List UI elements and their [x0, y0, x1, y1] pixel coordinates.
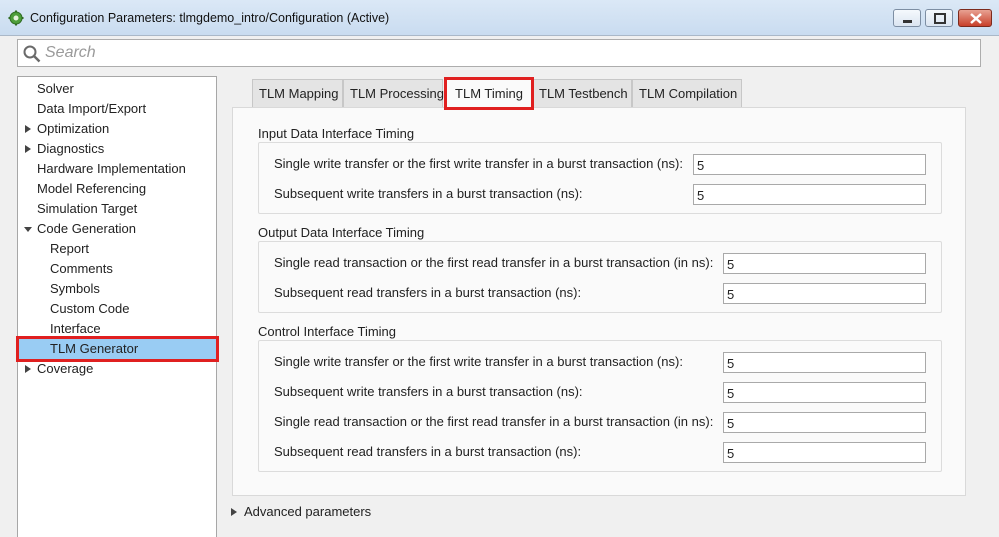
- sidebar-item-interface[interactable]: Interface: [19, 319, 216, 339]
- control-single-read-field[interactable]: [723, 412, 926, 433]
- control-subsequent-write-field[interactable]: [723, 382, 926, 403]
- sidebar-item-data-import-export[interactable]: Data Import/Export: [19, 99, 216, 119]
- collapse-arrow-icon[interactable]: [24, 224, 32, 234]
- sidebar-item-label: Hardware Implementation: [37, 161, 186, 176]
- search-input[interactable]: [45, 42, 965, 64]
- sidebar-item-label: Optimization: [37, 121, 110, 136]
- sidebar-item-label: Report: [50, 241, 90, 256]
- output-single-read-field[interactable]: [723, 253, 926, 274]
- sidebar-item-coverage[interactable]: Coverage: [19, 359, 216, 379]
- tab-panel: Input Data Interface Timing Single write…: [232, 107, 966, 496]
- sidebar-item-custom-code[interactable]: Custom Code: [19, 299, 216, 319]
- sidebar-item-label: Simulation Target: [37, 201, 138, 216]
- input-single-write-field[interactable]: [693, 154, 926, 175]
- group-title: Control Interface Timing: [258, 324, 397, 339]
- field-label: Single read transaction or the first rea…: [274, 414, 714, 429]
- search-icon: [23, 45, 41, 63]
- tab-label: TLM Processing: [350, 86, 444, 101]
- title-bar: Configuration Parameters: tlmgdemo_intro…: [0, 0, 999, 36]
- close-icon: [970, 13, 982, 24]
- category-tree: Solver Data Import/Export Optimization D…: [16, 76, 219, 537]
- sidebar-item-code-generation[interactable]: Code Generation: [19, 219, 216, 239]
- field-label: Single write transfer or the first write…: [274, 156, 683, 171]
- control-subsequent-read-field[interactable]: [723, 442, 926, 463]
- tab-label: TLM Timing: [455, 86, 523, 101]
- advanced-parameters-label: Advanced parameters: [244, 504, 372, 519]
- sidebar-item-label: Model Referencing: [37, 181, 147, 196]
- expand-arrow-icon[interactable]: [24, 124, 32, 134]
- tab-tlm-timing[interactable]: TLM Timing: [444, 77, 534, 110]
- field-label: Subsequent write transfers in a burst tr…: [274, 384, 583, 399]
- field-label: Single read transaction or the first rea…: [274, 255, 714, 270]
- tab-tlm-mapping[interactable]: TLM Mapping: [252, 79, 343, 108]
- sidebar-item-tlm-generator[interactable]: TLM Generator: [16, 336, 219, 362]
- sidebar-item-optimization[interactable]: Optimization: [19, 119, 216, 139]
- output-data-timing-group: Single read transaction or the first rea…: [258, 241, 942, 313]
- sidebar-item-label: Code Generation: [37, 221, 137, 236]
- close-button[interactable]: [958, 9, 992, 27]
- maximize-icon: [934, 13, 946, 24]
- sidebar-item-label: Comments: [50, 261, 113, 276]
- group-title: Input Data Interface Timing: [258, 126, 415, 141]
- sidebar-item-comments[interactable]: Comments: [19, 259, 216, 279]
- field-label: Single write transfer or the first write…: [274, 354, 683, 369]
- control-timing-group: Single write transfer or the first write…: [258, 340, 942, 472]
- sidebar-item-label: Coverage: [37, 361, 94, 376]
- expand-arrow-icon: [231, 508, 237, 516]
- search-bar: [17, 39, 981, 67]
- field-label: Subsequent read transfers in a burst tra…: [274, 444, 582, 459]
- minimize-button[interactable]: [893, 9, 921, 27]
- expand-arrow-icon[interactable]: [24, 144, 32, 154]
- sidebar-item-label: Custom Code: [50, 301, 130, 316]
- sidebar-item-solver[interactable]: Solver: [19, 79, 216, 99]
- tab-label: TLM Mapping: [259, 86, 339, 101]
- field-label: Subsequent write transfers in a burst tr…: [274, 186, 583, 201]
- control-single-write-field[interactable]: [723, 352, 926, 373]
- sidebar-item-label: Data Import/Export: [37, 101, 147, 116]
- sidebar-item-report[interactable]: Report: [19, 239, 216, 259]
- output-subsequent-read-field[interactable]: [723, 283, 926, 304]
- input-subsequent-write-field[interactable]: [693, 184, 926, 205]
- tab-tlm-processing[interactable]: TLM Processing: [343, 79, 444, 108]
- sidebar-item-label: Diagnostics: [37, 141, 105, 156]
- gear-icon: [8, 10, 24, 26]
- tab-tlm-compilation[interactable]: TLM Compilation: [632, 79, 742, 108]
- tab-label: TLM Compilation: [639, 86, 738, 101]
- sidebar-item-label: TLM Generator: [50, 341, 139, 356]
- input-data-timing-group: Single write transfer or the first write…: [258, 142, 942, 214]
- dialog-body: Solver Data Import/Export Optimization D…: [8, 36, 991, 537]
- sidebar-item-simulation-target[interactable]: Simulation Target: [19, 199, 216, 219]
- sidebar-item-symbols[interactable]: Symbols: [19, 279, 216, 299]
- field-label: Subsequent read transfers in a burst tra…: [274, 285, 582, 300]
- tab-label: TLM Testbench: [539, 86, 628, 101]
- tab-tlm-testbench[interactable]: TLM Testbench: [532, 79, 632, 108]
- sidebar-item-label: Symbols: [50, 281, 100, 296]
- sidebar-item-label: Solver: [37, 81, 74, 96]
- sidebar-item-diagnostics[interactable]: Diagnostics: [19, 139, 216, 159]
- sidebar-item-model-referencing[interactable]: Model Referencing: [19, 179, 216, 199]
- sidebar-item-label: Interface: [50, 321, 101, 336]
- expand-arrow-icon[interactable]: [24, 364, 32, 374]
- group-title: Output Data Interface Timing: [258, 225, 425, 240]
- maximize-button[interactable]: [925, 9, 953, 27]
- sidebar-item-hardware-implementation[interactable]: Hardware Implementation: [19, 159, 216, 179]
- window-title: Configuration Parameters: tlmgdemo_intro…: [30, 11, 390, 25]
- minimize-icon: [903, 20, 912, 23]
